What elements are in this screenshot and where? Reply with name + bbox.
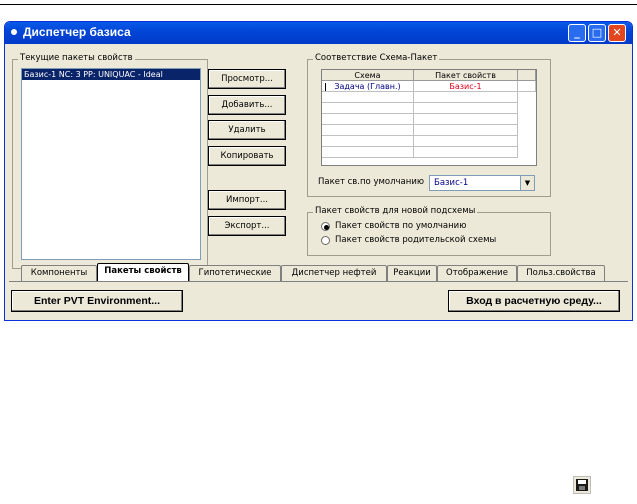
tab-strip: Компоненты Пакеты свойств Гипотетические… bbox=[9, 263, 628, 285]
tab-property-packages[interactable]: Пакеты свойств bbox=[97, 263, 189, 281]
basis-manager-window: Диспетчер базиса _ □ ✕ Текущие пакеты св… bbox=[4, 21, 633, 321]
radio-parent-package[interactable] bbox=[321, 236, 330, 245]
empty-row[interactable] bbox=[322, 136, 414, 147]
import-button[interactable]: Импорт... bbox=[208, 190, 286, 210]
empty-row[interactable] bbox=[322, 147, 414, 158]
copy-button[interactable]: Копировать bbox=[208, 146, 286, 166]
floppy-disk-icon[interactable] bbox=[573, 476, 591, 494]
enter-pvt-button[interactable]: Enter PVT Environment... bbox=[11, 290, 183, 312]
column-header-scheme[interactable]: Схема bbox=[322, 70, 414, 81]
current-packages-label: Текущие пакеты свойств bbox=[18, 53, 135, 63]
empty-row[interactable] bbox=[322, 125, 414, 136]
minimize-button[interactable]: _ bbox=[568, 24, 586, 42]
window-icon bbox=[11, 29, 17, 35]
delete-button[interactable]: Удалить bbox=[208, 120, 286, 140]
column-header-blank bbox=[518, 70, 536, 81]
window-title: Диспетчер базиса bbox=[23, 25, 131, 39]
chevron-down-icon[interactable]: ▼ bbox=[520, 176, 534, 190]
radio-default-label[interactable]: Пакет свойств по умолчанию bbox=[335, 221, 466, 231]
radio-default-package[interactable] bbox=[321, 222, 330, 231]
text-cursor bbox=[325, 83, 326, 91]
column-header-package[interactable]: Пакет свойств bbox=[414, 70, 518, 81]
maximize-button[interactable]: □ bbox=[588, 24, 606, 42]
empty-cell[interactable] bbox=[414, 114, 518, 125]
tab-hypotheticals[interactable]: Гипотетические bbox=[189, 265, 281, 281]
mapping-grid[interactable]: Схема Пакет свойств Задача (Главн.) Бази… bbox=[321, 69, 537, 166]
default-package-label: Пакет св.по умолчанию bbox=[318, 177, 425, 187]
add-button[interactable]: Добавить... bbox=[208, 95, 286, 115]
title-bar[interactable]: Диспетчер базиса _ □ ✕ bbox=[5, 22, 632, 44]
empty-cell[interactable] bbox=[414, 136, 518, 147]
empty-cell[interactable] bbox=[414, 92, 518, 103]
mapping-group-label: Соответствие Схема-Пакет bbox=[313, 53, 440, 63]
table-cell-package[interactable]: Базис-1 bbox=[414, 81, 518, 92]
page-rule bbox=[0, 4, 637, 5]
default-package-select[interactable]: Базис-1 ▼ bbox=[429, 175, 535, 191]
empty-row[interactable] bbox=[322, 103, 414, 114]
close-button[interactable]: ✕ bbox=[608, 24, 626, 42]
tab-display[interactable]: Отображение bbox=[437, 265, 517, 281]
empty-row[interactable] bbox=[322, 92, 414, 103]
new-subschema-label: Пакет свойств для новой подсхемы bbox=[313, 206, 478, 216]
table-cell-blank bbox=[518, 81, 536, 92]
table-row[interactable]: Задача (Главн.) bbox=[322, 81, 414, 92]
view-button[interactable]: Просмотр... bbox=[208, 69, 286, 89]
packages-listbox[interactable]: Базис-1 NC: 3 PP: UNIQUAC - Ideal bbox=[21, 68, 201, 260]
tab-components[interactable]: Компоненты bbox=[21, 265, 97, 281]
radio-parent-label[interactable]: Пакет свойств родительской схемы bbox=[335, 235, 496, 245]
default-package-value: Базис-1 bbox=[434, 178, 469, 188]
tab-underline bbox=[9, 281, 628, 282]
empty-cell[interactable] bbox=[414, 147, 518, 158]
empty-cell[interactable] bbox=[414, 125, 518, 136]
new-subschema-group bbox=[307, 212, 551, 256]
list-item[interactable]: Базис-1 NC: 3 PP: UNIQUAC - Ideal bbox=[22, 69, 200, 80]
tab-oil-manager[interactable]: Диспетчер нефтей bbox=[281, 265, 387, 281]
tab-reactions[interactable]: Реакции bbox=[387, 265, 437, 281]
empty-row[interactable] bbox=[322, 114, 414, 125]
export-button[interactable]: Экспорт... bbox=[208, 216, 286, 236]
enter-simulation-button[interactable]: Вход в расчетную среду... bbox=[448, 290, 620, 312]
tab-user-properties[interactable]: Польз.свойства bbox=[517, 265, 605, 281]
empty-cell[interactable] bbox=[414, 103, 518, 114]
